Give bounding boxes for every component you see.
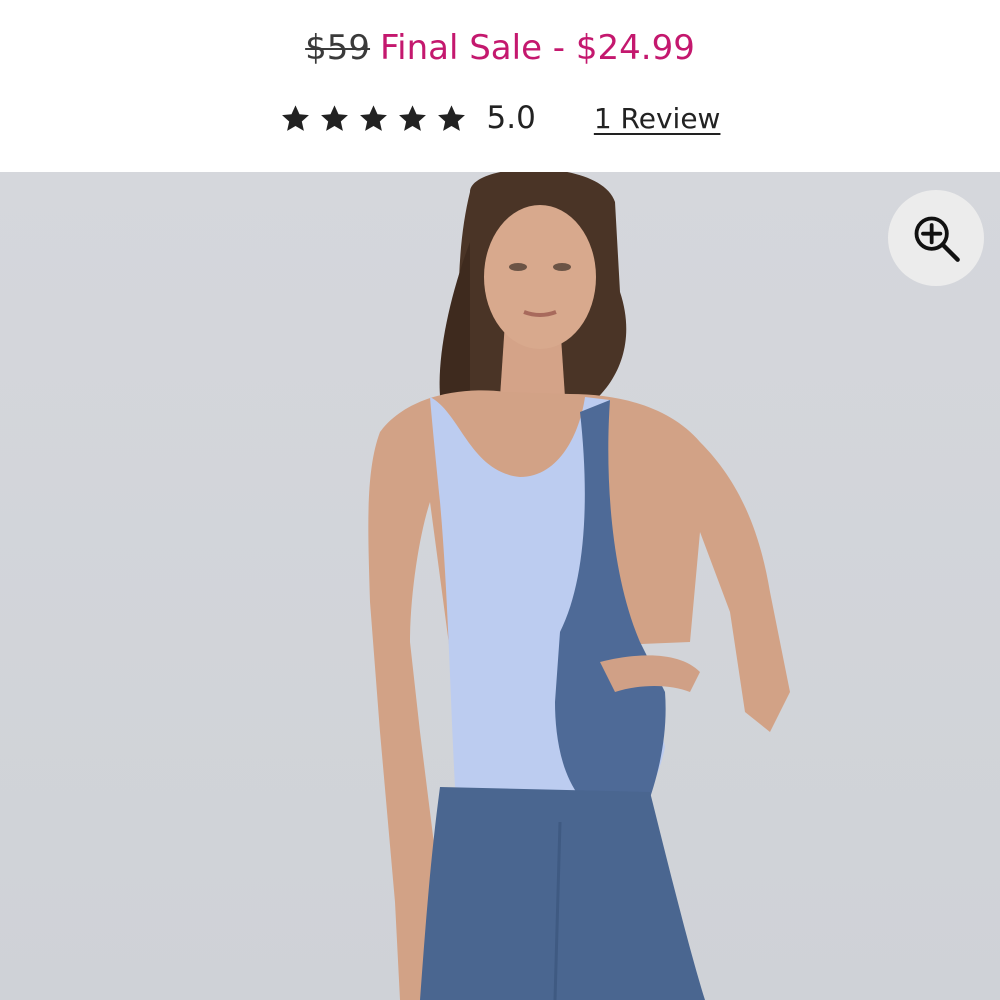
sale-price: Final Sale - $24.99 xyxy=(380,28,695,68)
zoom-button[interactable] xyxy=(888,190,984,286)
star-icon xyxy=(320,104,348,131)
star-rating xyxy=(280,103,467,134)
reviews-link[interactable]: 1 Review xyxy=(594,102,721,135)
star-icon xyxy=(398,104,426,131)
original-price: $59 xyxy=(305,28,371,68)
rating-score: 5.0 xyxy=(486,100,536,136)
star-icon xyxy=(281,104,309,131)
rating-row: 5.0 1 Review xyxy=(0,100,1000,136)
star-icon xyxy=(437,104,465,131)
price-row: $59 Final Sale - $24.99 xyxy=(0,22,1000,74)
zoom-in-icon xyxy=(914,216,960,262)
model-photo xyxy=(368,172,790,1000)
product-image[interactable] xyxy=(0,172,1000,1000)
star-icon xyxy=(359,104,387,131)
